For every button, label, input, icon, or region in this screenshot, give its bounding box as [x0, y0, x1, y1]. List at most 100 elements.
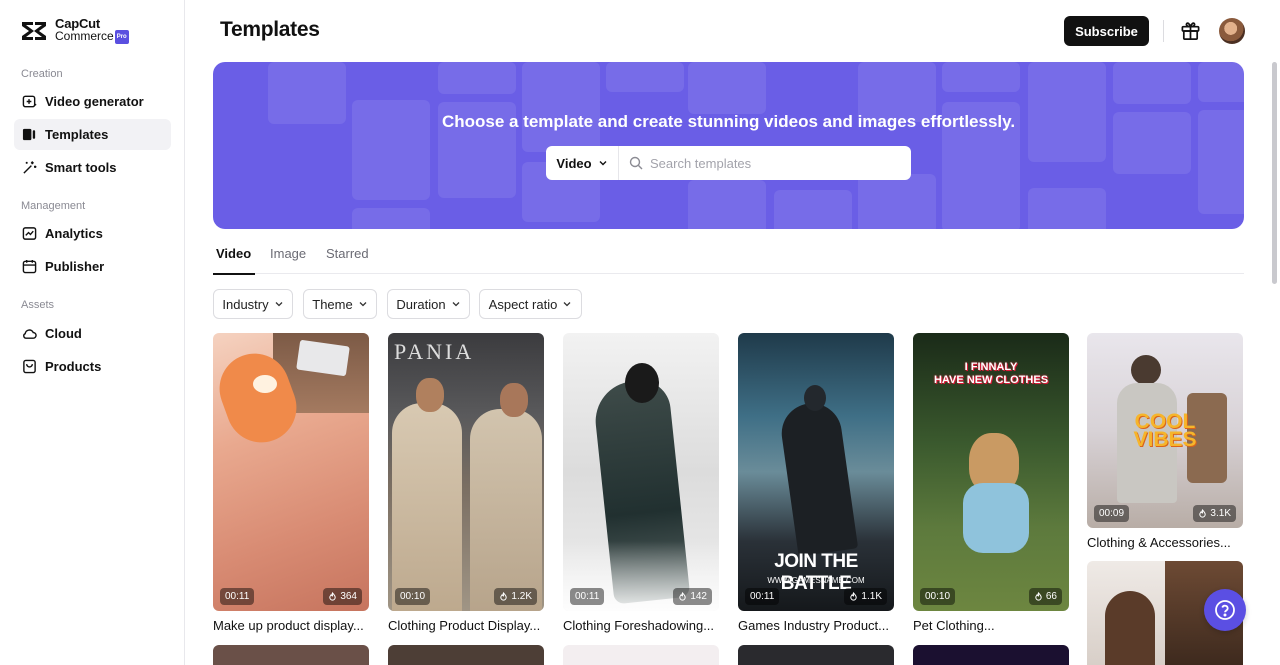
filter-industry[interactable]: Industry	[213, 289, 293, 319]
search-icon	[629, 156, 643, 170]
tab-starred[interactable]: Starred	[326, 246, 369, 274]
capcut-commerce-logo[interactable]: CapCut Commerce Pro	[20, 17, 129, 44]
overlay-line-2: HAVE NEW CLOTHES	[933, 374, 1049, 386]
usage-count-badge: 1.2K	[494, 588, 537, 605]
template-thumbnail[interactable]	[913, 645, 1069, 665]
question-mark-icon	[1215, 600, 1235, 620]
duration-badge: 00:10	[395, 588, 431, 605]
template-card[interactable]: COOL VIBES 00:09 3.1K Clothing & Accesso…	[1087, 333, 1243, 550]
duration-badge: 00:11	[745, 588, 780, 605]
template-search-bar: Video	[546, 146, 911, 180]
usage-count-badge: 1.1K	[844, 588, 887, 605]
template-thumbnail[interactable]	[738, 645, 894, 665]
filter-label: Aspect ratio	[488, 296, 558, 312]
subscribe-button[interactable]: Subscribe	[1064, 16, 1149, 46]
tab-image[interactable]: Image	[270, 246, 306, 274]
template-card[interactable]: PANIA 00:10 1.2K Clothing Product Displa…	[388, 333, 544, 633]
pro-badge: Pro	[114, 30, 129, 44]
template-title: Clothing Product Display...	[388, 618, 541, 633]
template-card[interactable]: JOIN THE BATTLE WWW.GAMESNAME.COM 00:11 …	[738, 333, 894, 633]
sidebar-item-label: Analytics	[45, 226, 103, 241]
section-label-assets: Assets	[21, 299, 55, 311]
usage-count-badge: 66	[1028, 588, 1062, 605]
sidebar-item-label: Products	[45, 359, 102, 374]
video-plus-icon	[22, 95, 37, 108]
help-button[interactable]	[1204, 589, 1246, 631]
template-card[interactable]: I FINNALY HAVE NEW CLOTHES 00:10 66 Pet …	[913, 333, 1069, 633]
magic-wand-icon	[23, 161, 37, 174]
usage-count-badge: 364	[323, 588, 362, 605]
template-thumbnail[interactable]: 00:11 364	[213, 333, 369, 611]
overlay-subtitle: WWW.GAMESNAME.COM	[767, 576, 865, 585]
template-title: Clothing Foreshadowing...	[563, 618, 715, 633]
products-icon	[23, 359, 36, 374]
templates-icon	[22, 128, 36, 141]
flame-icon	[679, 592, 687, 601]
section-label-management: Management	[21, 200, 86, 212]
duration-badge: 00:10	[920, 588, 956, 605]
template-title: Pet Clothing...	[913, 618, 995, 633]
filter-label: Theme	[312, 296, 353, 312]
filter-duration[interactable]: Duration	[387, 289, 470, 319]
template-thumbnail[interactable]	[563, 645, 719, 665]
chevron-down-icon	[599, 161, 607, 166]
flame-icon	[1199, 509, 1207, 518]
overlay-line-1: I FINNALY	[964, 361, 1018, 373]
flame-icon	[500, 592, 508, 601]
cloud-icon	[23, 329, 37, 339]
sidebar-item-products[interactable]: Products	[14, 351, 171, 382]
overlay-line-2: VIBES	[1133, 428, 1197, 451]
sidebar-item-publisher[interactable]: Publisher	[14, 251, 171, 282]
brand-subname: Commerce	[55, 29, 114, 43]
usage-count-badge: 142	[673, 588, 712, 605]
capcut-logo-icon	[22, 22, 46, 40]
template-thumbnail[interactable]	[213, 645, 369, 665]
hero-headline: Choose a template and create stunning vi…	[441, 112, 1016, 131]
page-title: Templates	[220, 18, 320, 41]
duration-badge: 00:11	[220, 588, 255, 605]
template-thumbnail[interactable]: COOL VIBES 00:09 3.1K	[1087, 333, 1243, 528]
chevron-down-icon	[359, 302, 367, 307]
filter-label: Duration	[396, 296, 446, 312]
sidebar-item-label: Smart tools	[45, 160, 117, 175]
template-title: Make up product display...	[213, 618, 364, 633]
search-type-dropdown[interactable]: Video	[546, 146, 619, 180]
template-thumbnail[interactable]: 00:11 142	[563, 333, 719, 611]
sidebar-item-label: Cloud	[45, 326, 82, 341]
sidebar-item-video-generator[interactable]: Video generator	[14, 86, 171, 117]
sidebar-item-label: Video generator	[45, 94, 144, 109]
header-divider	[1163, 20, 1164, 42]
flame-icon	[329, 592, 337, 601]
sidebar: CapCut Commerce Pro Creation Video genera…	[0, 0, 185, 665]
analytics-icon	[22, 227, 37, 240]
sidebar-item-label: Publisher	[45, 259, 105, 274]
sidebar-item-label: Templates	[45, 127, 109, 142]
sidebar-item-templates[interactable]: Templates	[14, 119, 171, 150]
filter-aspect-ratio[interactable]: Aspect ratio	[479, 289, 582, 319]
user-avatar[interactable]	[1219, 18, 1245, 44]
page-scrollbar[interactable]	[1272, 62, 1277, 284]
calendar-icon	[22, 259, 37, 274]
search-type-label: Video	[556, 155, 592, 171]
template-thumbnail[interactable]	[388, 645, 544, 665]
template-thumbnail[interactable]: JOIN THE BATTLE WWW.GAMESNAME.COM 00:11 …	[738, 333, 894, 611]
usage-count-badge: 3.1K	[1193, 505, 1236, 522]
section-label-creation: Creation	[21, 68, 63, 80]
chevron-down-icon	[452, 302, 460, 307]
template-card[interactable]: 00:11 364 Make up product display...	[213, 333, 369, 633]
template-card[interactable]: 00:11 142 Clothing Foreshadowing...	[563, 333, 719, 633]
template-type-tabs: Video Image Starred	[212, 246, 1244, 275]
flame-icon	[1035, 592, 1042, 601]
tab-video[interactable]: Video	[212, 246, 256, 275]
template-thumbnail[interactable]: I FINNALY HAVE NEW CLOTHES 00:10 66	[913, 333, 1069, 611]
sidebar-item-analytics[interactable]: Analytics	[14, 218, 171, 249]
sidebar-item-cloud[interactable]: Cloud	[14, 318, 171, 349]
template-thumbnail[interactable]: PANIA 00:10 1.2K	[388, 333, 544, 611]
filter-label: Industry	[222, 296, 269, 312]
sidebar-item-smart-tools[interactable]: Smart tools	[14, 152, 171, 183]
template-title: Clothing & Accessories...	[1087, 535, 1231, 550]
hero-banner: Choose a template and create stunning vi…	[213, 62, 1244, 229]
filter-theme[interactable]: Theme	[303, 289, 377, 319]
gift-icon[interactable]	[1180, 20, 1201, 41]
search-input[interactable]	[650, 155, 900, 171]
